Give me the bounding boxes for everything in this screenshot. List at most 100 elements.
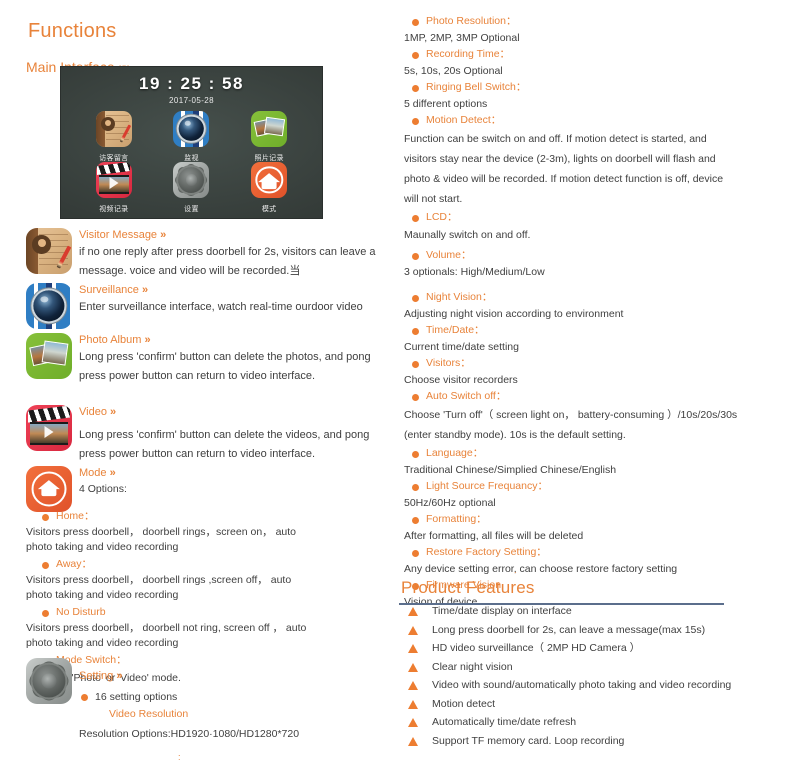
setting-formatting: Formatting： After formatting, all files … <box>404 511 786 544</box>
feature-title: Surveillance » <box>79 283 363 298</box>
mode-option-label: Home： <box>56 510 95 522</box>
device-app-mode[interactable]: 模式 <box>241 162 297 213</box>
setting-ringing-bell-switch: Ringing Bell Switch： 5 different options <box>404 79 786 112</box>
chevron-right-icon: » <box>116 670 122 682</box>
setting-option-label: Night Vision： <box>426 291 493 303</box>
feature-mode: Mode » 4 Options: <box>26 466 127 512</box>
device-app-setting[interactable]: 设置 <box>163 162 219 213</box>
setting-option-body: Traditional Chinese/Simplied Chinese/Eng… <box>404 462 786 478</box>
right-column: Photo Resolution： 1MP, 2MP, 3MP Optional… <box>396 0 796 772</box>
video-icon <box>95 162 132 198</box>
settings-options-list: Photo Resolution： 1MP, 2MP, 3MP Optional… <box>404 13 786 610</box>
text-line: photo taking and video recording <box>26 636 179 649</box>
setting-visitors: Visitors： Choose visitor recorders <box>404 355 786 388</box>
text-line: Current time/date setting <box>404 341 519 353</box>
feature-line: Long press 'confirm' button can delete t… <box>79 351 371 363</box>
product-features-list: Time/date display on interface Long pres… <box>396 602 796 750</box>
mode-option-label: Away： <box>56 558 92 570</box>
feature-title-text: Visitor Message <box>79 229 158 241</box>
product-feature-label: Video with sound/automatically photo tak… <box>432 679 732 691</box>
product-feature-label: Motion detect <box>432 697 496 710</box>
setting-option-label: Ringing Bell Switch： <box>426 81 527 93</box>
device-app-surveillance[interactable]: 监视 <box>163 111 219 162</box>
bullet-icon <box>412 483 419 491</box>
decorative-mark: : <box>178 752 181 762</box>
text-line: Visitors press doorbell， doorbell rings，… <box>26 526 297 538</box>
text-line: photo & video will be recorded. If motio… <box>404 173 724 185</box>
product-feature-label: HD video surveillance（ 2MP HD Camera ） <box>432 642 641 654</box>
setting-option-title: LCD： <box>404 209 786 226</box>
setting-option-body: After formatting, all files will be dele… <box>404 528 786 544</box>
text-line: photo taking and video recording <box>26 540 179 553</box>
text-line: After formatting, all files will be dele… <box>404 530 584 542</box>
setting-option-title: Restore Factory Setting： <box>404 544 786 561</box>
photo-album-icon <box>26 333 72 379</box>
mode-intro: 4 Options: <box>79 483 127 495</box>
setting-recording-time: Recording Time： 5s, 10s, 20s Optional <box>404 46 786 79</box>
product-feature-label: Long press doorbell for 2s, can leave a … <box>432 623 706 636</box>
product-feature-row: HD video surveillance（ 2MP HD Camera ） <box>396 639 796 658</box>
bullet-icon <box>412 327 419 335</box>
mode-option-title: Away： <box>26 556 366 573</box>
text-line: (enter standby mode). 10s is the default… <box>404 429 626 441</box>
product-feature-row: Time/date display on interface <box>396 602 796 621</box>
setting-option-label: Light Source Frequancy： <box>426 480 548 492</box>
text-line: 50Hz/60Hz optional <box>404 497 496 509</box>
setting-sub-label: Video Resolution <box>109 708 189 720</box>
text-line: 5s, 10s, 20s Optional <box>404 65 503 77</box>
feature-line: message. voice and video will be recorde… <box>79 265 301 277</box>
feature-line: press power button can return to video i… <box>79 448 316 460</box>
chevron-right-icon: » <box>109 467 116 479</box>
mode-option-body: Visitors press doorbell， doorbell rings，… <box>26 525 366 554</box>
setting-option-label: Time/Date： <box>426 324 485 336</box>
setting-option-title: Light Source Frequancy： <box>404 478 786 495</box>
setting-option-title: Photo Resolution： <box>404 13 786 30</box>
setting-option-body: 5 different options <box>404 96 786 112</box>
product-feature-row: Automatically time/date refresh <box>396 713 796 732</box>
triangle-bullet-icon <box>408 718 418 727</box>
product-features-header: Product Features <box>396 575 786 605</box>
feature-surveillance: Surveillance » Enter surveillance interf… <box>26 283 363 329</box>
mode-option-title: Home： <box>26 508 366 525</box>
text-line: Traditional Chinese/Simplied Chinese/Eng… <box>404 464 617 476</box>
setting-option-body: Adjusting night vision according to envi… <box>404 306 786 322</box>
product-feature-label: Support TF memory card. Loop recording <box>432 734 625 747</box>
setting-option-body: Choose 'Turn off'（ screen light on， batt… <box>404 405 786 445</box>
text-line: visitors stay near the device (2-3m), li… <box>404 153 716 165</box>
setting-language: Language： Traditional Chinese/Simplied C… <box>404 445 786 478</box>
decorative-mark: . <box>514 565 517 575</box>
feature-photo-album: Photo Album » Long press 'confirm' butto… <box>26 333 371 386</box>
product-feature-row: Motion detect <box>396 695 796 714</box>
setting-option-title: Night Vision： <box>404 289 786 306</box>
surveillance-icon <box>26 283 72 329</box>
device-app-video[interactable]: 视频记录 <box>86 162 142 213</box>
feature-description: Long press 'confirm' button can delete t… <box>79 348 371 386</box>
feature-title: Visitor Message » <box>79 228 376 243</box>
device-app-photo-album[interactable]: 照片记录 <box>241 111 297 162</box>
setting-option-body: 50Hz/60Hz optional <box>404 495 786 511</box>
text-line: 5 different options <box>404 98 488 110</box>
feature-line: Long press 'confirm' button can delete t… <box>79 429 370 441</box>
product-feature-row: Clear night vision <box>396 658 796 677</box>
bullet-icon <box>412 18 419 26</box>
setting-option-title: Time/Date： <box>404 322 786 339</box>
bullet-icon <box>412 450 419 458</box>
device-screen-preview: 19 : 25 : 58 2017-05-28 访客留言 监视 照片记录 视频记… <box>60 66 323 219</box>
device-app-visitor-message[interactable]: 访客留言 <box>86 111 142 162</box>
setting-option-body: Current time/date setting <box>404 339 786 355</box>
mode-option-title: No Disturb <box>26 604 366 621</box>
setting-option-label: Photo Resolution： <box>426 15 517 27</box>
triangle-bullet-icon <box>408 607 418 616</box>
slide-page: Functions Main Interface »» 19 : 25 : 58… <box>0 0 796 772</box>
product-features-title: Product Features <box>401 578 535 597</box>
chevron-right-icon: » <box>160 229 166 241</box>
setting-option-label: Language： <box>426 447 484 459</box>
device-app-grid: 访客留言 监视 照片记录 视频记录 设置 模式 <box>75 111 308 213</box>
gear-icon <box>26 658 72 704</box>
setting-option-title: Language： <box>404 445 786 462</box>
mode-options-list: Home： Visitors press doorbell， doorbell … <box>26 508 366 687</box>
feature-visitor-message: Visitor Message » if no one reply after … <box>26 228 376 281</box>
product-feature-label: Time/date display on interface <box>432 605 572 617</box>
feature-title-text: Mode <box>79 467 107 479</box>
feature-line: Enter surveillance interface, watch real… <box>79 301 363 313</box>
